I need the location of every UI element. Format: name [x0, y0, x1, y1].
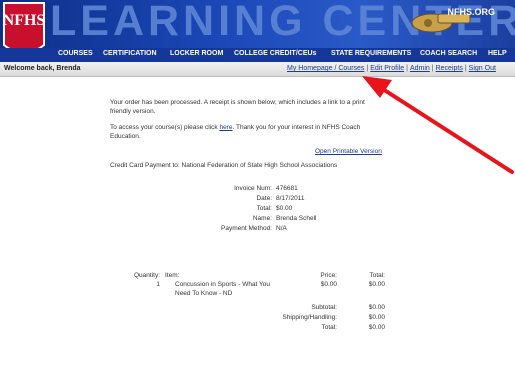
total-label: Total:: [256, 205, 272, 212]
row-item-line2: Need To Know - ND: [175, 290, 233, 297]
nav-certification[interactable]: CERTIFICATION: [103, 50, 157, 57]
svg-text:NFHS: NFHS: [3, 12, 46, 29]
nav-courses[interactable]: COURSES: [58, 50, 93, 57]
subtotal-label: Subtotal:: [311, 304, 337, 311]
nav-coach-search[interactable]: COACH SEARCH: [420, 50, 477, 57]
nav-college-credit[interactable]: COLLEGE CREDIT/CEUs: [234, 50, 316, 57]
open-printable-link[interactable]: Open Printable Version: [315, 148, 382, 155]
name-value: Brenda Schell: [276, 215, 317, 222]
main-nav: COURSES CERTIFICATION LOCKER ROOM COLLEG…: [0, 48, 515, 62]
date-value: 8/17/2011: [276, 195, 305, 202]
grand-total-value: $0.00: [368, 324, 385, 331]
col-price: Price:: [320, 272, 337, 279]
shipping-label: Shipping/Handling:: [282, 314, 337, 321]
sub-header: Welcome back, Brenda My Homepage / Cours…: [0, 62, 515, 77]
access-message: To access your course(s) please click he…: [110, 124, 360, 131]
invoice-value: 476681: [276, 185, 298, 192]
account-links: My Homepage / Courses | Edit Profile | Admin…: [287, 65, 496, 72]
order-message-line1: Your order has been processed. A receipt…: [110, 99, 365, 106]
link-receipts[interactable]: Receipts: [436, 65, 463, 72]
row-item-line1: Concussion in Sports - What You: [175, 281, 271, 288]
col-quantity: Quantity:: [133, 272, 160, 279]
link-admin[interactable]: Admin: [410, 65, 430, 72]
subtotal-value: $0.00: [368, 304, 385, 311]
row-total: $0.00: [368, 281, 385, 288]
payment-to: Credit Card Payment to: National Federat…: [110, 162, 338, 169]
banner: NFHS LEARNING CENTER NFHS.ORG: [0, 0, 515, 48]
nav-help[interactable]: HELP: [488, 50, 507, 57]
payment-method-value: N/A: [276, 225, 287, 232]
link-homepage-courses[interactable]: My Homepage / Courses: [287, 65, 364, 72]
date-label: Date:: [256, 195, 272, 202]
row-price: $0.00: [320, 281, 337, 288]
total-value: $0.00: [276, 205, 293, 212]
link-sign-out[interactable]: Sign Out: [469, 65, 496, 72]
here-link[interactable]: here: [219, 124, 232, 131]
shipping-value: $0.00: [368, 314, 385, 321]
grand-total-label: Total:: [321, 324, 337, 331]
col-total: Total:: [369, 272, 385, 279]
link-edit-profile[interactable]: Edit Profile: [370, 65, 404, 72]
nfhs-logo-icon[interactable]: NFHS: [2, 1, 46, 48]
access-message-line2: Education.: [110, 133, 141, 140]
row-qty: 1: [156, 281, 160, 288]
payment-method-label: Payment Method:: [221, 225, 272, 232]
name-label: Name:: [252, 215, 272, 222]
site-url: NFHS.ORG: [447, 7, 495, 17]
invoice-label: Invoice Num:: [234, 185, 272, 192]
nav-state-requirements[interactable]: STATE REQUIREMENTS: [331, 50, 411, 57]
welcome-text: Welcome back, Brenda: [4, 65, 81, 72]
access-text-2: . Thank you for your interest in NFHS Co…: [232, 124, 361, 131]
printable-link-wrap: Open Printable Version: [315, 148, 382, 155]
order-message-line2: friendly version.: [110, 108, 156, 115]
nav-locker-room[interactable]: LOCKER ROOM: [170, 50, 223, 57]
access-text: To access your course(s) please click: [110, 124, 218, 131]
col-item: Item:: [165, 272, 180, 279]
